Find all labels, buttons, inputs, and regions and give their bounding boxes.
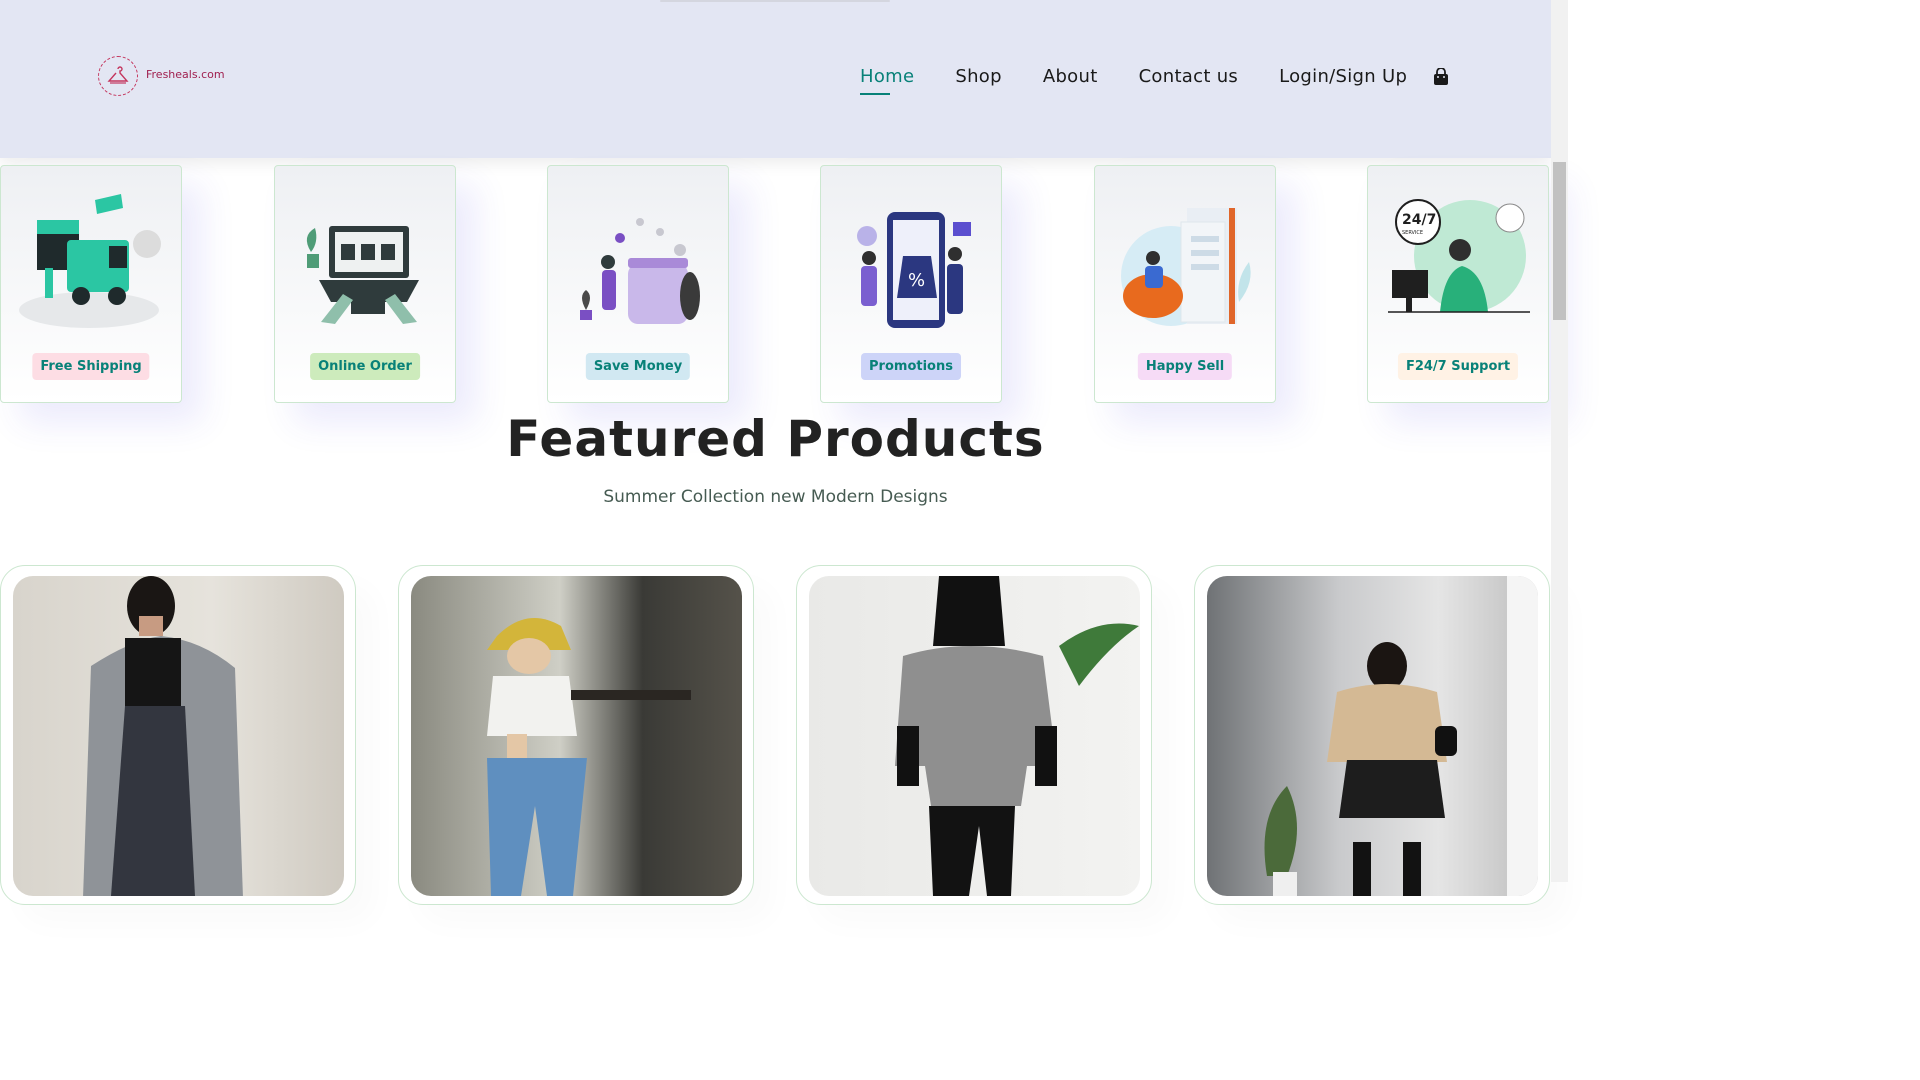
site-logo[interactable]: Fresheals.com [98,54,228,100]
logo-ring-icon [98,56,138,96]
feature-free-shipping[interactable]: Free Shipping [0,165,182,403]
svg-text:SERVICE: SERVICE [1402,230,1423,236]
svg-text:24/7: 24/7 [1402,212,1436,228]
nav-about[interactable]: About [1043,66,1098,93]
feature-online-order[interactable]: Online Order [274,165,456,403]
nav-login[interactable]: Login/Sign Up [1279,66,1407,93]
delivery-truck-illustration [19,194,161,328]
site-header: Fresheals.com Home Shop About Contact us… [0,0,1551,158]
woman-beige-sweater-photo [1264,576,1538,896]
woman-bucket-hat-photo [487,618,691,896]
feature-label: Happy Sell [1137,353,1233,380]
product-card[interactable] [796,565,1152,905]
feature-label: Online Order [310,353,420,380]
feature-label: Free Shipping [32,353,150,380]
support-agent-illustration: 24/7 SERVICE [1388,199,1530,313]
nav-home[interactable]: Home [860,66,914,95]
main-nav: Home Shop About Contact us Login/Sign Up [860,66,1448,95]
product-card[interactable] [398,565,754,905]
product-card[interactable] [1194,565,1550,905]
featured-title: Featured Products [506,410,1045,468]
nav-shop[interactable]: Shop [955,66,1001,93]
product-image[interactable] [13,576,344,896]
feature-save-money[interactable]: Save Money [547,165,729,403]
feature-support[interactable]: 24/7 SERVICE F24/7 Support [1367,165,1549,403]
savings-jar-illustration [580,218,700,324]
product-card[interactable] [0,565,356,905]
woman-grey-coat-photo [83,576,243,896]
shopping-bag-icon[interactable] [1433,68,1449,86]
nav-contact[interactable]: Contact us [1139,66,1239,93]
feature-label: Save Money [585,353,691,380]
featured-subtitle: Summer Collection new Modern Designs [603,487,948,507]
woman-grey-sweatshirt-photo [895,576,1139,896]
svg-text:%: % [908,270,925,291]
scrollbar-thumb[interactable] [1553,162,1566,320]
product-image[interactable] [1207,576,1538,896]
page-scrollbar[interactable] [1551,0,1568,882]
product-image[interactable] [411,576,742,896]
laptop-shopping-illustration [306,226,419,324]
header-top-line [660,0,890,2]
logo-text: Fresheals.com [146,68,225,81]
feature-happy-sell[interactable]: Happy Sell [1094,165,1276,403]
reading-chair-illustration [1121,208,1251,326]
product-image[interactable] [809,576,1140,896]
feature-label: Promotions [861,353,961,380]
feature-promotions[interactable]: % Promotions [820,165,1002,403]
feature-label: F24/7 Support [1397,353,1519,380]
phone-promotion-illustration: % [857,212,971,328]
